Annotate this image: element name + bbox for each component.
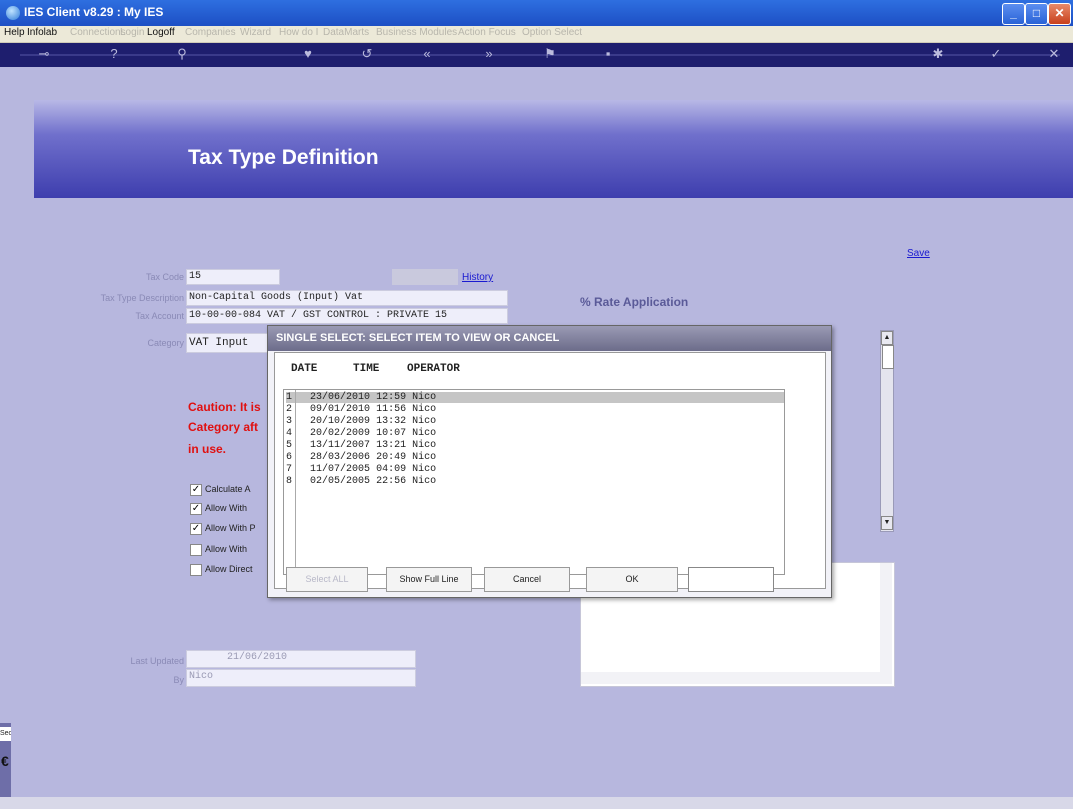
list-item[interactable]: 3 20/10/2009 13:32 Nico (286, 416, 784, 427)
list-item[interactable]: 1 23/06/2010 12:59 Nico (286, 392, 784, 403)
history-dialog: SINGLE SELECT: SELECT ITEM TO VIEW OR CA… (267, 325, 832, 598)
menu-login[interactable]: Login (120, 27, 144, 38)
list-item[interactable]: 8 02/05/2005 22:56 Nico (286, 476, 784, 487)
allow-direct-checkbox[interactable] (190, 564, 202, 576)
side-tab-label: Sec (0, 727, 11, 741)
caution-line-1: Caution: It is (188, 400, 261, 414)
fast-forward-icon[interactable]: » (479, 46, 499, 61)
list-item[interactable]: 6 28/03/2006 20:49 Nico (286, 452, 784, 463)
key-icon[interactable]: ⊸ (34, 46, 54, 62)
search-icon[interactable]: ⚲ (172, 46, 192, 62)
menu-companies[interactable]: Companies (185, 27, 236, 38)
help-icon[interactable]: ? (104, 46, 124, 61)
menu-wizard[interactable]: Wizard (240, 27, 271, 38)
column-operator: OPERATOR (407, 363, 460, 375)
ok-icon[interactable]: ✓ (986, 46, 1006, 62)
last-updated-field: 21/06/2010 (186, 650, 416, 668)
menu-option-select[interactable]: Option Select (522, 27, 582, 38)
list-item[interactable]: 4 20/02/2009 10:07 Nico (286, 428, 784, 439)
caution-line-2: Category aft (188, 420, 259, 434)
flag-icon[interactable]: ⚑ (540, 46, 560, 62)
category-field[interactable]: VAT Input (186, 333, 272, 353)
caution-line-3: in use. (188, 442, 227, 456)
close-button[interactable]: ✕ (1048, 3, 1071, 25)
undo-icon[interactable]: ↺ (357, 46, 377, 62)
last-updated-label: Last Updated (130, 656, 184, 666)
allow-direct-checkbox-label: Allow Direct (205, 564, 253, 574)
app-globe-icon (6, 6, 20, 20)
select-all-button[interactable]: Select ALL (286, 567, 368, 592)
category-label: Category (147, 338, 184, 348)
side-panel[interactable]: Sec € (0, 723, 11, 799)
euro-icon: € (1, 753, 9, 769)
list-item[interactable]: 2 09/01/2010 11:56 Nico (286, 404, 784, 415)
allow-with-checkbox-1[interactable]: ✓ (190, 503, 202, 515)
ok-button[interactable]: OK (586, 567, 678, 592)
close-icon[interactable]: ✕ (1044, 46, 1064, 62)
column-date: DATE (291, 363, 318, 375)
dialog-title: SINGLE SELECT: SELECT ITEM TO VIEW OR CA… (268, 326, 831, 351)
tax-description-field[interactable]: Non-Capital Goods (Input) Vat (186, 290, 508, 306)
notes-hscrollbar[interactable] (581, 672, 880, 684)
tax-code-field[interactable]: 15 (186, 269, 280, 285)
menu-help[interactable]: Help (4, 27, 25, 38)
menu-datamarts[interactable]: DataMarts (323, 27, 369, 38)
menu-business-modules[interactable]: Business Modules (376, 27, 457, 38)
scroll-thumb[interactable] (882, 345, 894, 369)
dialog-list-panel: DATE TIME OPERATOR 1 23/06/2010 12:59 Ni… (274, 352, 826, 589)
search-input[interactable] (688, 567, 774, 592)
rewind-icon[interactable]: « (417, 46, 437, 61)
by-field: Nico (186, 669, 416, 687)
page-title: Tax Type Definition (188, 146, 379, 169)
tax-account-label: Tax Account (135, 311, 184, 321)
history-shade (392, 269, 458, 285)
allow-with-checkbox-3[interactable] (190, 544, 202, 556)
calculate-checkbox-label: Calculate A (205, 484, 251, 494)
minimize-button[interactable]: _ (1002, 3, 1025, 25)
list-number-divider (295, 390, 296, 574)
maximize-button[interactable]: □ (1025, 3, 1048, 25)
show-full-line-button[interactable]: Show Full Line (386, 567, 472, 592)
column-time: TIME (353, 363, 380, 375)
cancel-button[interactable]: Cancel (484, 567, 570, 592)
list-item[interactable]: 7 11/07/2005 04:09 Nico (286, 464, 784, 475)
allow-with-checkbox-2[interactable]: ✓ (190, 523, 202, 535)
rate-application-heading: % Rate Application (580, 295, 689, 309)
allow-with-checkbox-2-label: Allow With P (205, 523, 256, 533)
scroll-down-icon[interactable]: ▼ (881, 516, 893, 530)
settings-icon[interactable]: ✱ (928, 46, 948, 62)
list-item[interactable]: 5 13/11/2007 13:21 Nico (286, 440, 784, 451)
save-link[interactable]: Save (907, 248, 930, 259)
heart-icon[interactable]: ♥ (298, 46, 318, 61)
history-link[interactable]: History (462, 272, 493, 283)
scroll-up-icon[interactable]: ▲ (881, 331, 893, 345)
window-title: IES Client v8.29 : My IES (24, 5, 164, 19)
menu-connections[interactable]: Connections (70, 27, 126, 38)
menu-how-do-i[interactable]: How do I (279, 27, 318, 38)
tax-description-label: Tax Type Description (100, 293, 184, 303)
history-list[interactable]: 1 23/06/2010 12:59 Nico 2 09/01/2010 11:… (283, 389, 785, 575)
menu-action-focus[interactable]: Action Focus (458, 27, 516, 38)
notes-scrollbar[interactable] (880, 563, 892, 684)
tax-account-field[interactable]: 10-00-00-084 VAT / GST CONTROL : PRIVATE… (186, 308, 508, 324)
menu-infolab[interactable]: Infolab (27, 27, 57, 38)
status-bar (0, 797, 1073, 809)
tax-code-label: Tax Code (145, 272, 184, 282)
allow-with-checkbox-3-label: Allow With (205, 544, 248, 554)
menu-bar: Help Infolab Connections Login Logoff Co… (0, 26, 1073, 43)
calculate-checkbox[interactable]: ✓ (190, 484, 202, 496)
toolbar: ⊸ ? ⚲ ♥ ↺ « » ⚑ ▪ ✱ ✓ ✕ (0, 43, 1073, 67)
allow-with-checkbox-1-label: Allow With (205, 503, 248, 513)
by-label: By (173, 675, 184, 685)
save-disk-icon[interactable]: ▪ (598, 46, 618, 61)
menu-logoff[interactable]: Logoff (147, 27, 175, 38)
